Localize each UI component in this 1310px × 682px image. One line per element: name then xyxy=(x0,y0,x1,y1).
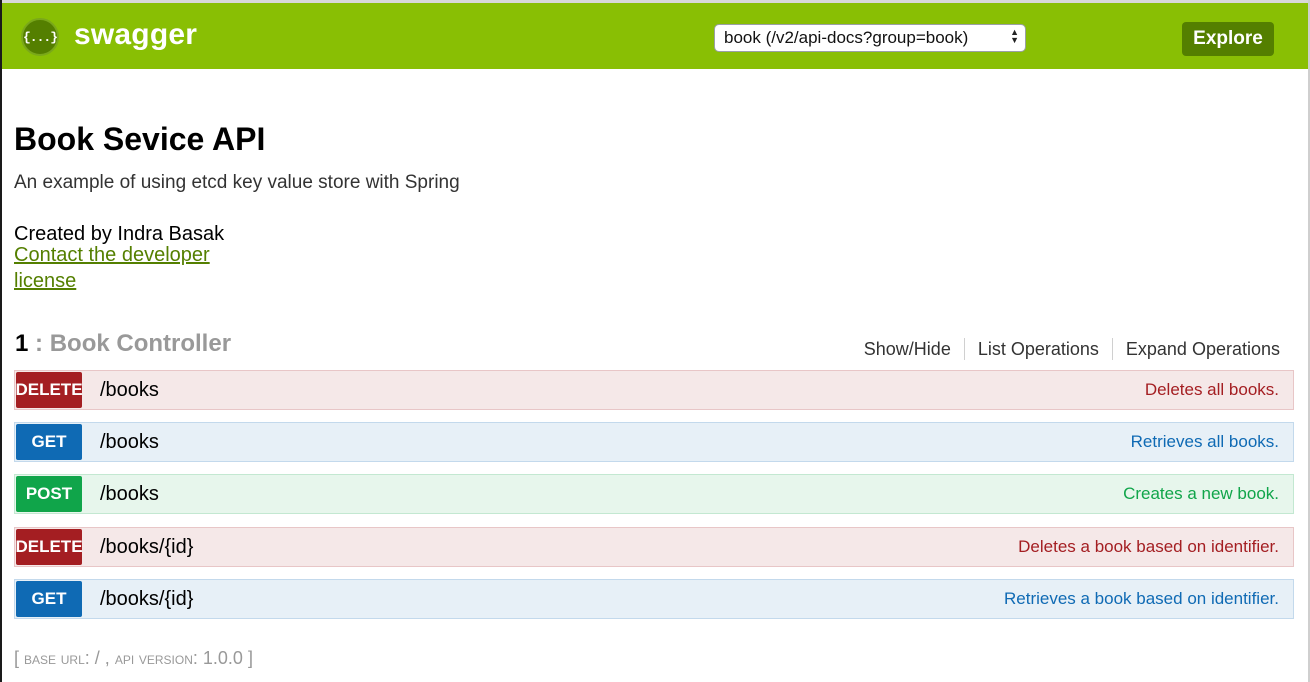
api-footer: [ base url: / , api version: 1.0.0 ] xyxy=(14,646,253,671)
operation-row[interactable]: POST /books Creates a new book. xyxy=(14,474,1294,514)
operation-summary[interactable]: Deletes all books. xyxy=(1145,371,1279,409)
footer-close-bracket: ] xyxy=(247,648,253,668)
operation-row[interactable]: GET /books Retrieves all books. xyxy=(14,422,1294,462)
method-badge[interactable]: DELETE xyxy=(16,372,82,408)
license-link[interactable]: license xyxy=(14,269,76,293)
spec-select-value: book (/v2/api-docs?group=book) xyxy=(724,28,969,47)
show-hide-link[interactable]: Show/Hide xyxy=(851,339,964,360)
api-description: An example of using etcd key value store… xyxy=(14,172,460,193)
method-badge[interactable]: GET xyxy=(16,581,82,617)
operation-path[interactable]: /books xyxy=(100,475,159,513)
operation-row[interactable]: GET /books/{id} Retrieves a book based o… xyxy=(14,579,1294,619)
window-left-edge xyxy=(0,0,2,682)
operation-path[interactable]: /books xyxy=(100,371,159,409)
footer-open-bracket: [ xyxy=(14,648,20,668)
operation-summary[interactable]: Retrieves a book based on identifier. xyxy=(1004,580,1279,618)
operation-summary[interactable]: Deletes a book based on identifier. xyxy=(1018,528,1279,566)
api-title: Book Sevice API xyxy=(14,121,266,157)
resource-number: 1 xyxy=(15,330,29,357)
resource-name-link[interactable]: Book Controller xyxy=(50,330,231,357)
swagger-logo-icon: {...} xyxy=(21,18,59,56)
logo-glyph: {...} xyxy=(23,29,58,45)
method-badge[interactable]: POST xyxy=(16,476,82,512)
api-version-value: : 1.0.0 xyxy=(192,648,243,668)
contact-developer-link[interactable]: Contact the developer xyxy=(14,243,210,267)
operation-row[interactable]: DELETE /books Deletes all books. xyxy=(14,370,1294,410)
operation-path[interactable]: /books xyxy=(100,423,159,461)
brand-name: swagger xyxy=(74,18,198,51)
operation-summary[interactable]: Creates a new book. xyxy=(1123,475,1279,513)
operation-row[interactable]: DELETE /books/{id} Deletes a book based … xyxy=(14,527,1294,567)
header-bar: {...} swagger book (/v2/api-docs?group=b… xyxy=(2,3,1308,69)
operation-path[interactable]: /books/{id} xyxy=(100,580,193,618)
resource-actions: Show/Hide List Operations Expand Operati… xyxy=(851,337,1280,361)
base-url-value: : / , xyxy=(84,648,110,668)
method-badge[interactable]: GET xyxy=(16,424,82,460)
base-url-label: base url xyxy=(24,649,85,668)
operation-path[interactable]: /books/{id} xyxy=(100,528,193,566)
resource-heading: 1 : Book Controller xyxy=(15,330,231,358)
api-version-label: api version xyxy=(114,649,193,668)
operation-summary[interactable]: Retrieves all books. xyxy=(1131,423,1279,461)
explore-button[interactable]: Explore xyxy=(1182,22,1274,56)
swagger-ui-page: {...} swagger book (/v2/api-docs?group=b… xyxy=(0,0,1310,682)
select-arrows-icon: ▲ ▼ xyxy=(1010,27,1019,45)
expand-operations-link[interactable]: Expand Operations xyxy=(1113,339,1280,360)
resource-separator: : xyxy=(35,330,44,357)
method-badge[interactable]: DELETE xyxy=(16,529,82,565)
spec-select[interactable]: book (/v2/api-docs?group=book) ▲ ▼ xyxy=(714,24,1026,52)
list-operations-link[interactable]: List Operations xyxy=(965,339,1112,360)
